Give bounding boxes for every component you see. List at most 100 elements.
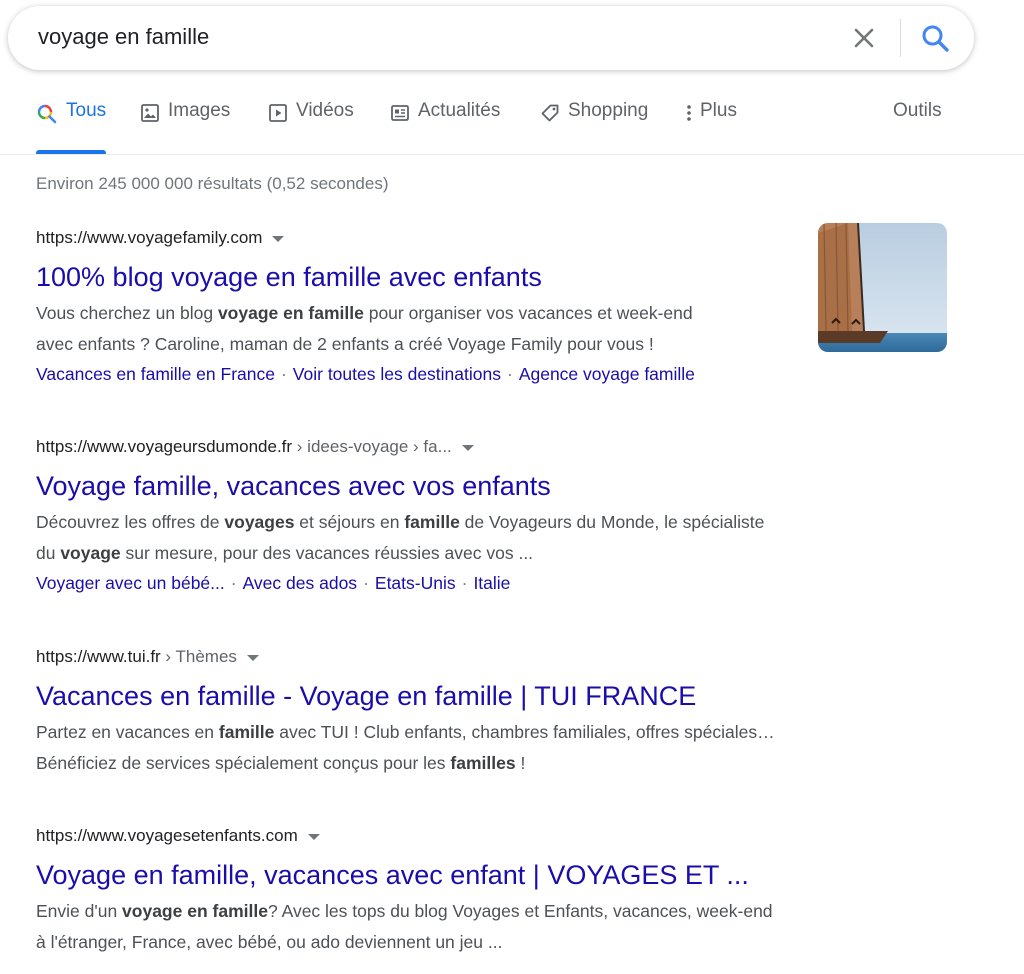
snippet-text: sur mesure, pour des vacances réussies a… [120,543,534,563]
result-thumbnail[interactable] [818,223,947,352]
snippet-bold-text: famille [218,722,275,742]
search-box[interactable]: voyage en famille [8,6,974,70]
snippet-text: Partez en vacances en [36,722,219,742]
snippet-bold-text: voyages [224,512,295,532]
search-button[interactable] [920,23,950,53]
sitelink-separator: · [461,573,468,593]
search-input[interactable]: voyage en famille [38,24,209,50]
sitelink[interactable]: Avec des ados [243,573,357,593]
clear-search-button[interactable] [850,24,878,52]
tab-label: Tous [66,100,107,121]
sitelink[interactable]: Vacances en famille en France [36,364,275,384]
search-result: https://www.voyageursdumonde.fr › idees-… [36,435,876,597]
sitelink[interactable]: Italie [473,573,510,593]
tab-label: Plus [700,100,737,121]
tab-plus[interactable]: Plus [684,98,737,152]
snippet-line: Envie d'un voyage en famille? Avec les t… [36,896,876,927]
tab-videos[interactable]: Vidéos [268,98,354,152]
snippet-line: Découvrez les offres de voyages et séjou… [36,507,876,538]
sitelink-separator: · [506,364,513,384]
sitelink[interactable]: Voir toutes les destinations [293,364,501,384]
tag-icon [541,104,559,122]
search-multicolor-icon [37,104,57,124]
tab-label: Actualités [418,100,501,121]
snippet-bold-text: famille [404,512,460,532]
snippet-text: Découvrez les offres de [36,512,225,532]
search-divider [900,19,901,57]
url-breadcrumb: › Thèmes [160,647,237,666]
snippet-text: à l'étranger, France, avec bébé, ou ado … [36,932,503,952]
tools-label: Outils [893,100,942,121]
tab-label: Shopping [568,100,649,121]
sitelink-separator: · [280,364,287,384]
sitelink-separator: · [230,573,237,593]
image-icon [141,104,159,122]
sitelink[interactable]: Etats-Unis [375,573,456,593]
result-snippet: Découvrez les offres de voyages et séjou… [36,507,876,569]
result-url[interactable]: https://www.voyageursdumonde.fr › idees-… [36,435,876,459]
snippet-line: du voyage sur mesure, pour des vacances … [36,538,876,569]
url-text: https://www.voyageursdumonde.fr [36,437,293,456]
tab-actualites[interactable]: Actualités [390,98,500,152]
result-menu-arrow-icon[interactable] [307,833,320,840]
snippet-line: avec enfants ? Caroline, maman de 2 enfa… [36,329,876,360]
snippet-text: et séjours en [294,512,405,532]
snippet-text: ? Avec les tops du blog Voyages et Enfan… [267,901,773,921]
news-icon [391,105,409,121]
snippet-text: ! [515,753,526,773]
snippet-bold-text: familles [450,753,516,773]
result-snippet: Partez en vacances en famille avec TUI !… [36,717,876,779]
search-tabs: Tous Images Vidéos Actualités Shopping P… [0,98,1024,154]
result-title[interactable]: Voyage famille, vacances avec vos enfant… [36,469,876,503]
tab-label: Images [168,100,231,121]
result-url[interactable]: https://www.tui.fr › Thèmes [36,645,876,669]
sailboat-photo [818,223,947,352]
snippet-bold-text: voyage en famille [217,303,364,323]
snippet-text: Envie d'un [36,901,123,921]
url-text: https://www.voyagefamily.com [36,228,263,247]
snippet-text: avec enfants ? Caroline, maman de 2 enfa… [36,334,654,354]
tab-tous[interactable]: Tous [36,98,106,152]
sitelink-separator: · [363,573,369,593]
result-sitelinks: Vacances en famille en France · Voir toute… [36,360,876,388]
sitelink[interactable]: Voyager avec un bébé... [36,573,225,593]
snippet-text: Bénéficiez de services spécialement conç… [36,753,451,773]
tab-images[interactable]: Images [140,98,230,152]
snippet-line: Vous cherchez un blog voyage en famille … [36,298,876,329]
url-text: https://www.voyagesetenfants.com [36,826,298,845]
search-result: https://www.tui.fr › Thèmes Vacances en … [36,645,876,779]
tab-label: Vidéos [296,100,354,121]
snippet-line: Bénéficiez de services spécialement conç… [36,748,876,779]
result-snippet: Vous cherchez un blog voyage en famille … [36,298,876,360]
result-url[interactable]: https://www.voyagefamily.com [36,226,876,250]
result-snippet: Envie d'un voyage en famille? Avec les t… [36,896,876,958]
result-url[interactable]: https://www.voyagesetenfants.com [36,824,876,848]
snippet-text: avec TUI ! Club enfants, chambres famili… [274,722,775,742]
result-stats: Environ 245 000 000 résultats (0,52 seco… [36,174,389,193]
result-title[interactable]: Voyage en famille, vacances avec enfant … [36,858,876,892]
result-menu-arrow-icon[interactable] [461,444,474,451]
search-result: https://www.voyagefamily.com 100% blog v… [36,226,876,388]
close-icon [854,28,874,48]
tab-shopping[interactable]: Shopping [540,98,648,152]
sitelink[interactable]: Agence voyage famille [519,364,695,384]
snippet-text: pour organiser vos vacances et week-end [363,303,693,323]
tools-button[interactable]: Outils [893,98,942,152]
more-vertical-icon [687,105,691,121]
snippet-text: Vous cherchez un blog [36,303,218,323]
snippet-line: à l'étranger, France, avec bébé, ou ado … [36,927,876,958]
url-text: https://www.tui.fr [36,647,161,666]
result-menu-arrow-icon[interactable] [246,654,259,661]
snippet-text: de Voyageurs du Monde, le spécialiste [459,512,765,532]
search-icon [922,25,949,52]
url-breadcrumb: › idees-voyage › fa... [292,437,452,456]
result-menu-arrow-icon[interactable] [272,235,285,242]
snippet-line: Partez en vacances en famille avec TUI !… [36,717,876,748]
snippet-text: du [36,543,61,563]
snippet-bold-text: voyage en famille [122,901,268,921]
result-title[interactable]: 100% blog voyage en famille avec enfants [36,260,876,294]
result-sitelinks: Voyager avec un bébé... · Avec des ados · Et… [36,569,876,597]
snippet-bold-text: voyage [60,543,121,563]
result-title[interactable]: Vacances en famille - Voyage en famille … [36,679,876,713]
tabs-divider [0,154,1024,155]
